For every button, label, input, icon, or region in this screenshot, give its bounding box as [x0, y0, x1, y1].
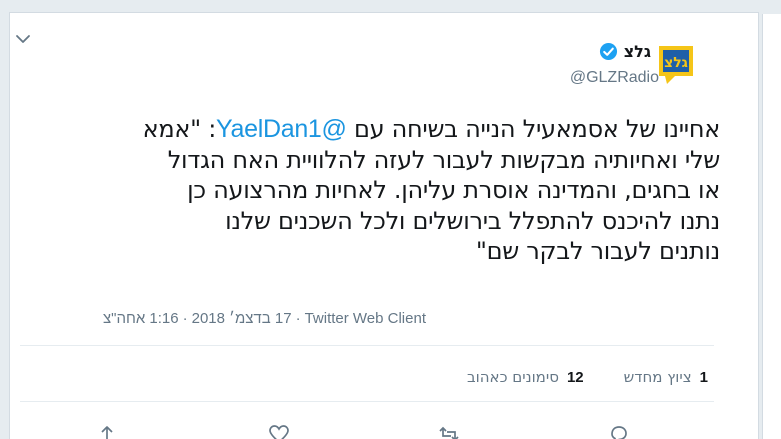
author-name-line[interactable]: גלצ — [599, 42, 651, 61]
svg-text:גלצ: גלצ — [664, 55, 688, 71]
divider — [20, 401, 714, 402]
adjacent-card-edge — [762, 14, 781, 439]
tweet-line-1-pre: אחיינו של אסמאעיל הנייה בשיחה עם — [346, 115, 720, 143]
tweet-line-3: או בחגים, והמדינה אוסרת עליהן. לאחיות מה… — [187, 176, 720, 204]
reply-icon[interactable] — [608, 424, 630, 439]
meta-separator-2: · — [295, 310, 301, 327]
tweet-client[interactable]: Twitter Web Client — [305, 310, 426, 327]
tweet-stats: 1 ציוץ מחדש 12 סימונים כאהוב — [467, 368, 708, 386]
likes-count: 12 — [566, 368, 584, 386]
tweet-line-5: נותנים לעבור לבקר שם" — [475, 237, 720, 265]
action-bar — [0, 424, 760, 439]
tweet-line-4: נתנו להיכנס להתפלל בירושלים ולכל השכנים … — [225, 206, 720, 235]
meta-separator: · — [182, 310, 188, 327]
author-handle[interactable]: @GLZRadio — [570, 69, 659, 87]
tweet-time[interactable]: 1:16 אחה"צ — [103, 310, 179, 327]
tweet-date[interactable]: 17 בדצמ׳ 2018 — [192, 310, 292, 327]
likes-stat[interactable]: 12 סימונים כאהוב — [467, 368, 584, 386]
tweet-line-2: שלי ואחיותיה מבקשות לעבור לעזה להלוויית … — [167, 145, 721, 174]
mention-link[interactable]: @YaelDan1 — [216, 115, 347, 143]
verified-badge-icon — [599, 42, 617, 61]
tweet-metadata: 1:16 אחה"צ · 17 בדצמ׳ 2018 · Twitter Web… — [103, 310, 426, 327]
tweet-line-1: אחיינו של אסמאעיל הנייה בשיחה עם @YaelDa… — [30, 114, 721, 145]
chevron-down-icon[interactable] — [14, 32, 32, 46]
likes-label: סימונים כאהוב — [466, 368, 559, 386]
retweets-label: ציוץ מחדש — [623, 368, 692, 386]
retweets-count: 1 — [699, 368, 708, 386]
tweet-text: אחיינו של אסמאעיל הנייה בשיחה עם @YaelDa… — [30, 114, 721, 267]
divider — [20, 345, 714, 346]
avatar[interactable]: גלצ — [657, 44, 697, 88]
tweet-line-1-post: : "אמא — [142, 115, 217, 143]
retweet-icon[interactable] — [438, 424, 460, 439]
share-icon[interactable] — [96, 424, 118, 439]
heart-icon[interactable] — [268, 424, 290, 439]
retweets-stat[interactable]: 1 ציוץ מחדש — [624, 368, 708, 386]
display-name[interactable]: גלצ — [624, 42, 651, 61]
